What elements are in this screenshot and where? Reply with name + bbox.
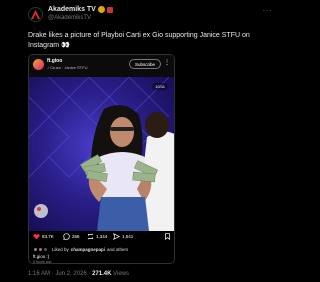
subscribe-button[interactable]: Subscribe — [129, 59, 161, 69]
posted-ago: 6 hours ago — [33, 260, 52, 264]
instagram-audio[interactable]: ♪ Cruza · Janice STFU — [47, 65, 87, 70]
like-count: 83.7K — [42, 234, 54, 239]
heart-filled-icon — [33, 234, 40, 240]
affiliate-badge-icon — [106, 6, 113, 13]
instagram-caption: ft.gioo :) — [33, 254, 50, 259]
repost-count: 1,344 — [96, 234, 108, 239]
liker-avatar — [43, 247, 48, 252]
view-count: 271.4K — [92, 271, 112, 277]
media-card[interactable]: ft.gioo ♪ Cruza · Janice STFU Subscribe … — [28, 54, 175, 264]
liked-by: Liked by champagnepapi and others — [33, 247, 128, 252]
save-action[interactable] — [164, 233, 171, 240]
comment-count: 266 — [72, 234, 80, 239]
repost-icon — [87, 233, 94, 240]
repost-action[interactable]: 1,344 — [87, 233, 107, 240]
tweet-date[interactable]: Jun 2, 2026 — [55, 271, 86, 277]
display-name[interactable]: Akademiks TV — [48, 6, 96, 13]
tweet-text: Drake likes a picture of Playboi Carti e… — [28, 32, 250, 49]
instagram-photo[interactable]: 10/11 — [29, 77, 174, 231]
meta-separator: · — [88, 271, 91, 277]
send-icon — [113, 233, 120, 240]
media-counter: 10/11 — [152, 83, 168, 90]
tweet-header: Akademiks TV @AkademiksTV ··· — [28, 6, 274, 26]
avatar[interactable] — [28, 7, 43, 22]
instagram-username[interactable]: ft.gioo — [47, 58, 62, 64]
tweet-time[interactable]: 1:16 AM — [28, 271, 50, 277]
instagram-more-icon[interactable]: ⋮ — [164, 59, 170, 66]
instagram-actions: 83.7K 266 1,344 1,541 — [29, 233, 174, 245]
akademiks-logo-icon — [30, 9, 41, 20]
photo-illustration — [29, 77, 174, 231]
user-handle[interactable]: @AkademiksTV — [48, 15, 91, 21]
verified-badge-icon — [97, 6, 105, 13]
like-action[interactable]: 83.7K — [33, 233, 54, 240]
tweet-meta: 1:16 AM · Jun 2, 2026 · 271.4K Views — [28, 271, 129, 277]
share-count: 1,541 — [122, 234, 134, 239]
more-options-icon[interactable]: ··· — [263, 6, 273, 15]
liked-by-prefix: Liked by — [52, 247, 69, 252]
name-row: Akademiks TV — [48, 6, 113, 13]
meta-separator: · — [51, 271, 54, 277]
instagram-avatar[interactable] — [33, 59, 44, 70]
liked-by-suffix: and others — [107, 247, 129, 252]
instagram-header: ft.gioo ♪ Cruza · Janice STFU Subscribe … — [29, 55, 174, 77]
liked-by-user[interactable]: champagnepapi — [71, 247, 105, 252]
comment-icon — [63, 233, 70, 240]
bookmark-icon — [165, 233, 170, 240]
views-label: Views — [113, 271, 129, 277]
comment-action[interactable]: 266 — [63, 233, 80, 240]
share-action[interactable]: 1,541 — [113, 233, 133, 240]
